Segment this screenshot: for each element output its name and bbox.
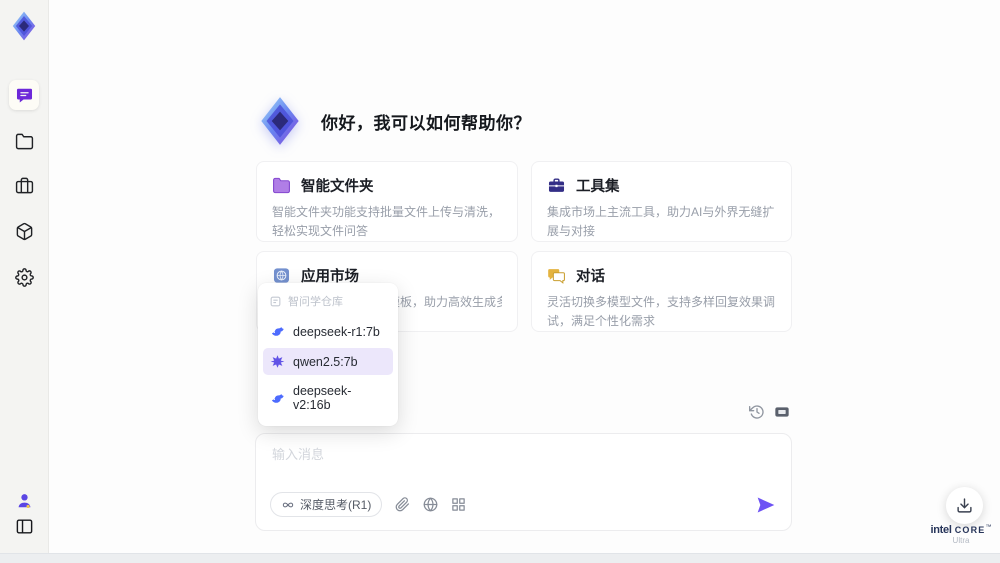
toolset-icon — [548, 178, 565, 192]
sidebar-item-toolbox[interactable] — [9, 170, 39, 200]
deep-think-toggle[interactable]: 深度思考(R1) — [270, 492, 383, 517]
qwen-icon — [270, 355, 285, 368]
send-button[interactable] — [756, 495, 776, 515]
card-desc: 灵活切换多模型文件，支持多样回复效果调试，满足个性化需求 — [547, 295, 776, 329]
composer-toolbar: 深度思考(R1) — [270, 492, 466, 517]
model-dropdown-header-label: 智问学仓库 — [288, 296, 343, 308]
sidebar-item-panel-toggle[interactable] — [9, 511, 39, 541]
cube-icon — [16, 222, 32, 240]
app-window: 你好，我可以如何帮助你？ 智能文件夹 智能文件夹功能支持批量文件上传与清洗，轻松… — [0, 0, 1000, 563]
download-icon — [957, 498, 972, 513]
message-input[interactable] — [272, 444, 772, 486]
card-smart-folder[interactable]: 智能文件夹 智能文件夹功能支持批量文件上传与清洗，轻松实现文件问答 — [256, 161, 518, 242]
card-title: 智能文件夹 — [301, 179, 374, 195]
grid-icon[interactable] — [451, 497, 466, 512]
model-option-qwen[interactable]: qwen2.5:7b — [263, 348, 393, 375]
model-option-label: deepseek-r1:7b — [293, 324, 380, 339]
chat-icon — [16, 88, 32, 102]
download-button[interactable] — [946, 487, 983, 524]
model-option-label: deepseek-v2:16b — [293, 384, 352, 412]
deep-think-label: 深度思考(R1) — [300, 498, 372, 512]
intel-sub: Ultra — [952, 536, 970, 546]
app-logo-icon — [12, 11, 36, 41]
gear-icon — [14, 267, 34, 287]
globe-icon[interactable] — [423, 497, 438, 512]
intel-brand: intel — [930, 524, 952, 536]
history-icon[interactable] — [749, 404, 765, 420]
deepseek-icon — [272, 393, 284, 403]
composer: 深度思考(R1) — [255, 433, 792, 531]
user-icon — [18, 493, 30, 508]
sidebar-item-folders[interactable] — [9, 126, 39, 156]
model-dropdown-header: 智问学仓库 — [263, 289, 393, 315]
card-toolset[interactable]: 工具集 集成市场上主流工具，助力AI与外界无缝扩展与对接 — [531, 161, 792, 242]
model-option-label: qwen2.5:7b — [293, 354, 358, 369]
page-title: 你好，我可以如何帮助你？ — [321, 113, 531, 133]
briefcase-icon — [15, 177, 33, 193]
card-title: 工具集 — [576, 179, 620, 195]
sidebar-item-chat[interactable] — [9, 80, 39, 110]
composer-quick-actions — [749, 404, 790, 420]
sidebar-item-settings[interactable] — [9, 262, 39, 292]
window-bottom-strip — [0, 553, 1000, 563]
model-dropdown: 智问学仓库 deepseek-r1:7b qwen2.5:7b deepseek… — [258, 283, 398, 426]
deepseek-icon — [272, 327, 284, 336]
model-option-deepseek-v2[interactable]: deepseek-v2:16b — [263, 378, 393, 418]
panel-toggle-icon — [16, 518, 32, 534]
intel-tm: ™ — [985, 524, 992, 531]
assistant-logo-icon — [261, 97, 299, 145]
sidebar-item-models[interactable] — [9, 216, 39, 246]
repository-icon — [270, 296, 281, 306]
sidebar — [0, 0, 49, 553]
folder-icon — [15, 133, 33, 149]
dialog-icon — [548, 269, 565, 284]
greeting: 你好，我可以如何帮助你？ — [255, 94, 531, 148]
intel-core-badge: intel CORE™ Ultra — [926, 524, 996, 546]
card-desc: 智能文件夹功能支持批量文件上传与清洗，轻松实现文件问答 — [272, 205, 501, 239]
video-icon[interactable] — [774, 404, 790, 420]
deep-think-icon — [282, 502, 294, 507]
model-option-deepseek-r1[interactable]: deepseek-r1:7b — [263, 318, 393, 345]
card-title: 对话 — [576, 269, 605, 285]
card-desc: 集成市场上主流工具，助力AI与外界无缝扩展与对接 — [547, 205, 775, 239]
attachment-icon[interactable] — [395, 497, 410, 512]
card-dialog[interactable]: 对话 灵活切换多模型文件，支持多样回复效果调试，满足个性化需求 — [531, 251, 792, 332]
intel-product: CORE — [954, 525, 986, 535]
smart-folder-icon — [273, 177, 290, 194]
